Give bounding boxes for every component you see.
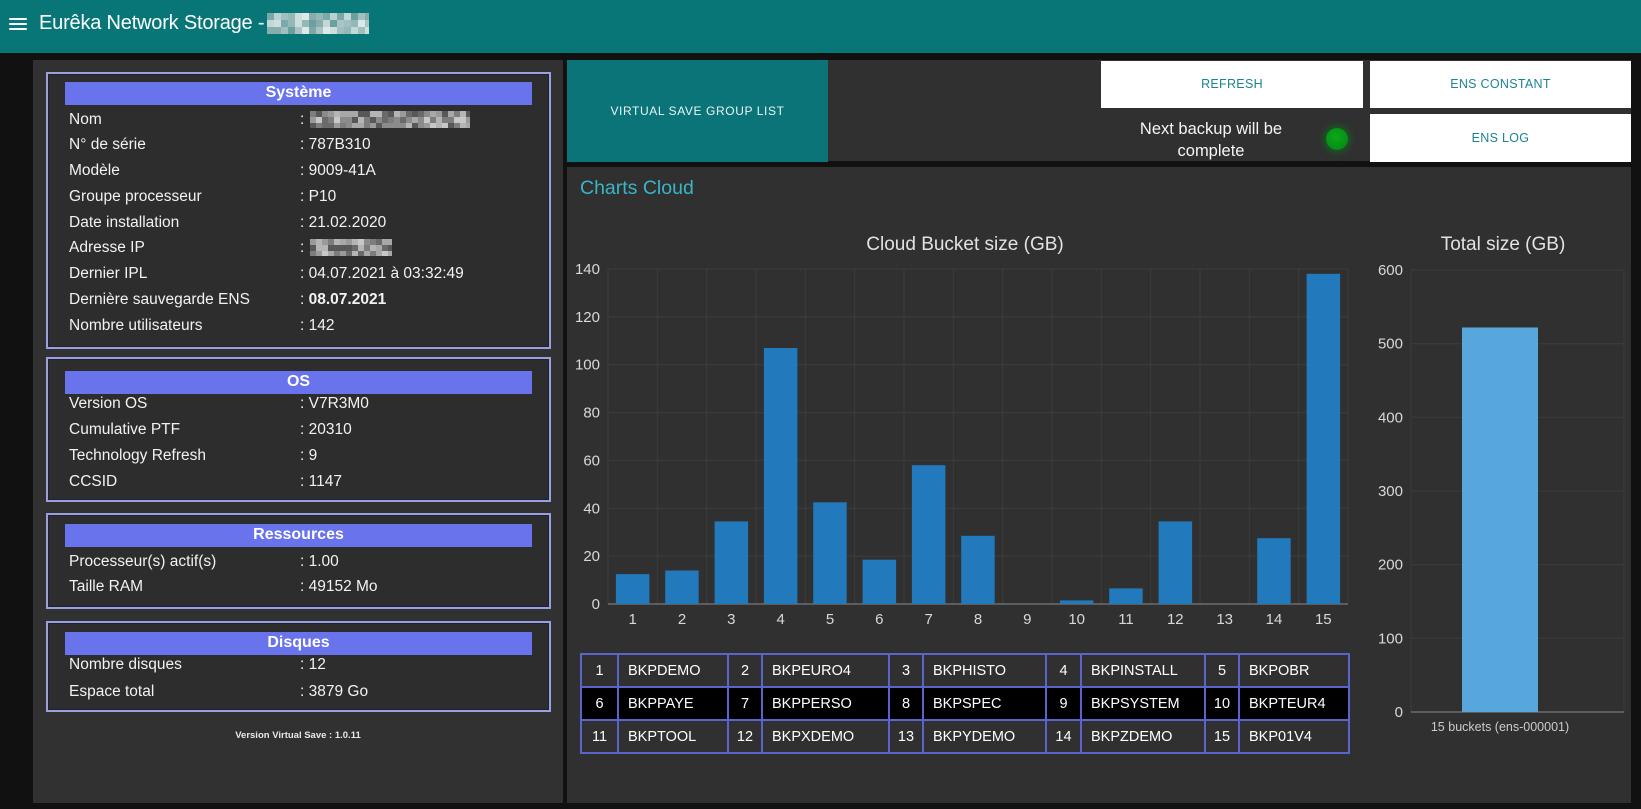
svg-text:400: 400 bbox=[1378, 409, 1403, 426]
svg-text:2: 2 bbox=[678, 611, 686, 628]
svg-text:200: 200 bbox=[1378, 557, 1403, 574]
svg-text:15: 15 bbox=[1315, 611, 1332, 628]
svg-text:7: 7 bbox=[925, 611, 933, 628]
svg-text:120: 120 bbox=[575, 309, 600, 326]
svg-text:Cloud Bucket size (GB): Cloud Bucket size (GB) bbox=[866, 234, 1063, 255]
svg-text:100: 100 bbox=[1378, 630, 1403, 647]
svg-text:8: 8 bbox=[974, 611, 982, 628]
svg-text:140: 140 bbox=[575, 261, 600, 278]
svg-text:60: 60 bbox=[583, 452, 600, 469]
svg-text:9: 9 bbox=[1023, 611, 1031, 628]
svg-text:14: 14 bbox=[1266, 611, 1283, 628]
svg-text:5: 5 bbox=[826, 611, 834, 628]
svg-text:300: 300 bbox=[1378, 483, 1403, 500]
svg-text:4: 4 bbox=[777, 611, 785, 628]
svg-text:15 buckets (ens-000001): 15 buckets (ens-000001) bbox=[1431, 720, 1569, 734]
svg-text:10: 10 bbox=[1068, 611, 1085, 628]
svg-text:3: 3 bbox=[727, 611, 735, 628]
svg-text:0: 0 bbox=[1395, 704, 1403, 721]
svg-text:11: 11 bbox=[1118, 611, 1134, 628]
svg-text:500: 500 bbox=[1378, 336, 1403, 353]
svg-text:20: 20 bbox=[583, 548, 600, 565]
svg-text:40: 40 bbox=[583, 500, 600, 517]
svg-text:1: 1 bbox=[629, 611, 637, 628]
svg-text:600: 600 bbox=[1378, 262, 1403, 279]
svg-text:12: 12 bbox=[1167, 611, 1184, 628]
svg-text:0: 0 bbox=[592, 596, 600, 613]
svg-text:13: 13 bbox=[1216, 611, 1233, 628]
svg-text:Total size (GB): Total size (GB) bbox=[1441, 234, 1566, 255]
svg-text:6: 6 bbox=[875, 611, 883, 628]
svg-text:100: 100 bbox=[575, 357, 600, 374]
svg-text:80: 80 bbox=[583, 405, 600, 422]
